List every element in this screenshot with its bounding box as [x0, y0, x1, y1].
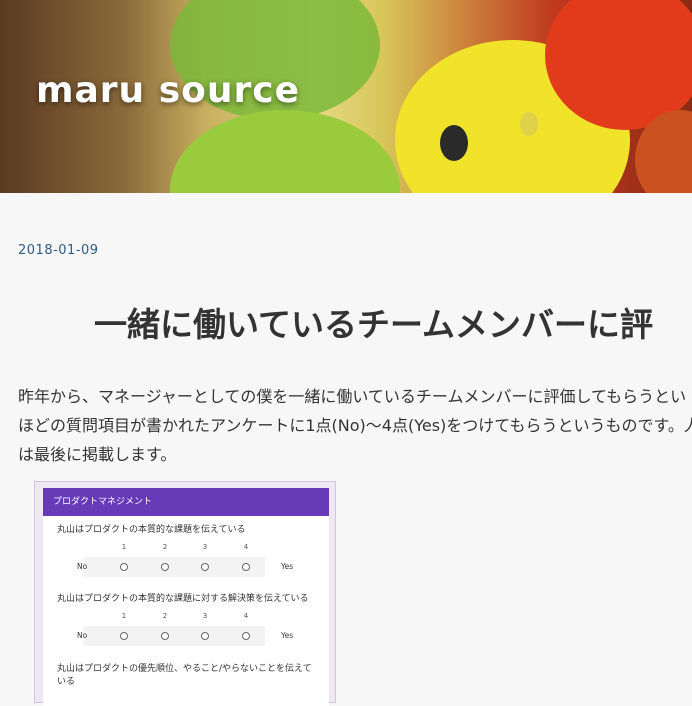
post-title[interactable]: 一緒に働いているチームメンバーに評	[94, 298, 653, 346]
post-date[interactable]: 2018-01-09	[18, 243, 99, 258]
low-label: No	[77, 631, 88, 640]
high-label: Yes	[281, 562, 294, 571]
body-line: ほどの質問項目が書かれたアンケートに1点(No)〜4点(Yes)をつけてもらうと…	[18, 416, 692, 435]
header-image-decoration	[170, 110, 400, 193]
radio-option[interactable]	[120, 563, 128, 571]
low-label: No	[77, 562, 88, 571]
body-line: 昨年から、マネージャーとしての僕を一緒に働いているチームメンバーに評価してもらう…	[18, 387, 687, 406]
radio-option[interactable]	[161, 632, 169, 640]
high-label: Yes	[281, 631, 294, 640]
form-question: 丸山はプロダクトの優先順位、やること/やらないことを伝えている	[57, 664, 312, 687]
scale-number: 3	[202, 612, 208, 620]
scale-number: 4	[243, 612, 249, 620]
radio-row	[83, 557, 265, 577]
scale-number: 1	[121, 543, 127, 551]
header-image-decoration	[440, 125, 468, 161]
radio-option[interactable]	[201, 632, 209, 640]
radio-option[interactable]	[242, 632, 250, 640]
scale-number: 2	[162, 543, 168, 551]
blog-header: maru source	[0, 0, 692, 193]
post-body: 昨年から、マネージャーとしての僕を一緒に働いているチームメンバーに評価してもらう…	[18, 382, 692, 469]
radio-option[interactable]	[242, 563, 250, 571]
radio-option[interactable]	[201, 563, 209, 571]
scale-number: 4	[243, 543, 249, 551]
radio-option[interactable]	[161, 563, 169, 571]
radio-option[interactable]	[120, 632, 128, 640]
scale-number: 2	[162, 612, 168, 620]
header-image-decoration	[520, 112, 538, 136]
survey-form-image: プロダクトマネジメント 丸山はプロダクトの本質的な課題を伝えている 1 2 3 …	[34, 481, 336, 706]
site-title[interactable]: maru source	[36, 70, 300, 111]
radio-row	[83, 626, 265, 646]
form-section-title: プロダクトマネジメント	[43, 488, 329, 516]
form-question: 丸山はプロダクトの本質的な課題を伝えている	[57, 525, 246, 535]
scale-number: 1	[121, 612, 127, 620]
form-card: 丸山はプロダクトの本質的な課題を伝えている 1 2 3 4 No Yes 丸山は…	[43, 516, 329, 706]
form-question: 丸山はプロダクトの本質的な課題に対する解決策を伝えている	[57, 594, 309, 604]
body-line: は最後に掲載します。	[18, 445, 177, 464]
scale-number: 3	[202, 543, 208, 551]
